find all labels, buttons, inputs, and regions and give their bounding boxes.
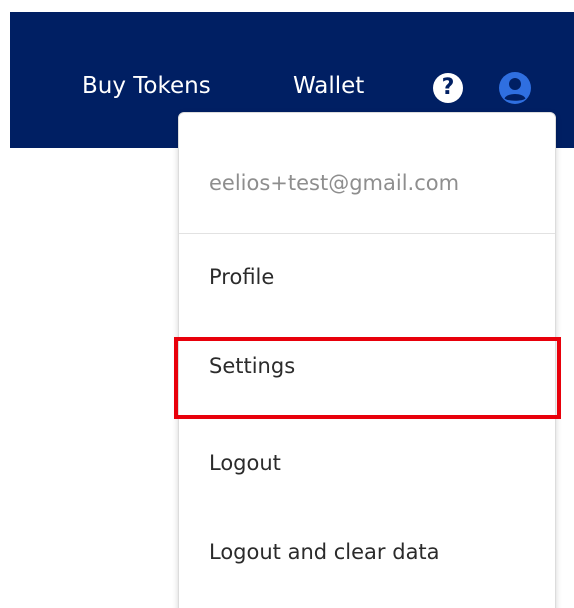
menu-divider [179, 233, 555, 234]
menu-item-profile[interactable]: Profile [209, 265, 274, 289]
account-email: eelios+test@gmail.com [209, 171, 460, 195]
account-dropdown-menu: eelios+test@gmail.com Profile Settings L… [178, 112, 556, 608]
user-circle-icon[interactable] [498, 71, 532, 105]
screenshot-stage: Buy Tokens Wallet ? eelios+test@gmail.co… [0, 0, 574, 608]
wallet-link[interactable]: Wallet [293, 70, 364, 102]
buy-tokens-link[interactable]: Buy Tokens [82, 70, 211, 102]
question-circle-icon[interactable]: ? [433, 73, 463, 103]
menu-item-logout[interactable]: Logout [209, 451, 281, 475]
menu-item-logout-and-clear-data[interactable]: Logout and clear data [209, 540, 440, 564]
menu-item-settings[interactable]: Settings [209, 354, 295, 378]
